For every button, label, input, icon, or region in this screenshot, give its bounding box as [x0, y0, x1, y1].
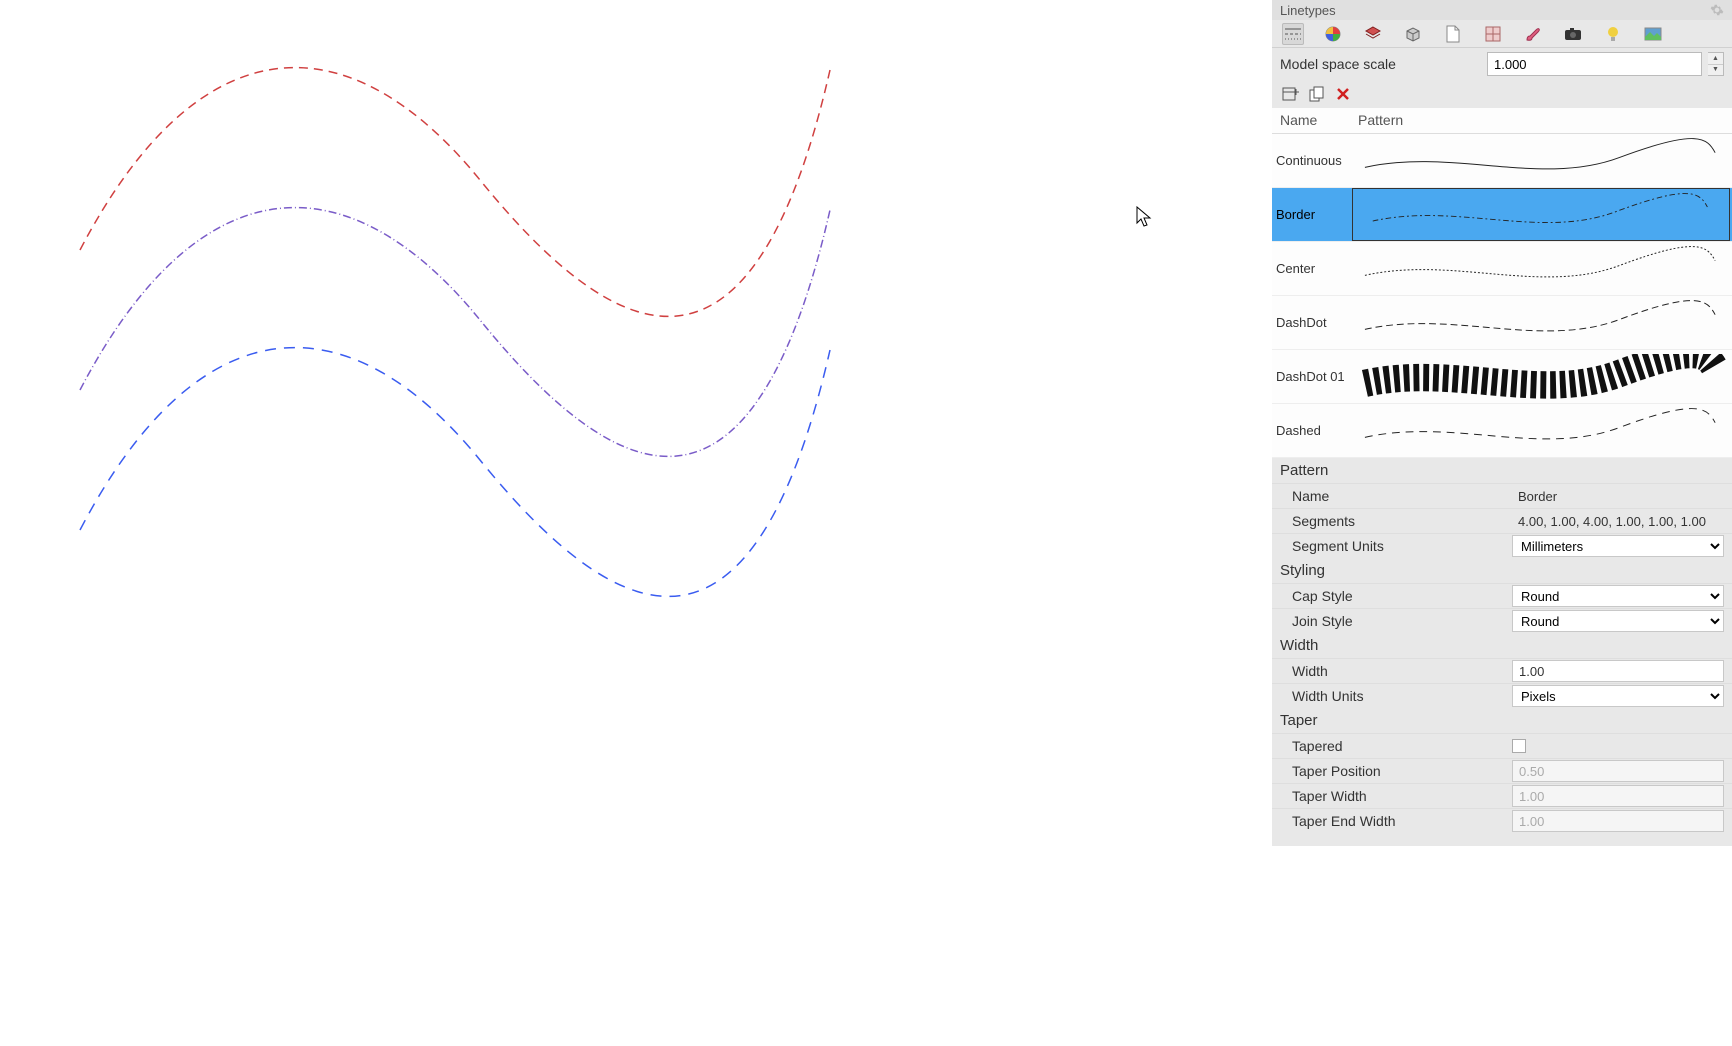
- section-width: Width: [1272, 633, 1732, 658]
- new-linetype-button[interactable]: [1280, 83, 1302, 105]
- viewport-curve[interactable]: [80, 68, 830, 317]
- prop-name-value[interactable]: Border: [1512, 485, 1724, 507]
- linetype-row[interactable]: Dashed: [1272, 404, 1732, 458]
- prop-cap-label: Cap Style: [1292, 588, 1512, 604]
- properties-pane: Pattern NameBorder Segments4.00, 1.00, 4…: [1272, 458, 1732, 846]
- prop-segunits-label: Segment Units: [1292, 538, 1512, 554]
- section-pattern: Pattern: [1272, 458, 1732, 483]
- section-styling: Styling: [1272, 558, 1732, 583]
- linetype-name: Dashed: [1272, 423, 1350, 438]
- prop-tapered-label: Tapered: [1292, 738, 1512, 754]
- tab-linetypes-icon[interactable]: [1282, 23, 1304, 45]
- cursor-icon: [1136, 206, 1154, 230]
- scale-label: Model space scale: [1280, 56, 1481, 72]
- scale-spinner[interactable]: ▲▼: [1708, 52, 1724, 76]
- column-pattern[interactable]: Pattern: [1350, 108, 1732, 133]
- tab-light-icon[interactable]: [1602, 23, 1624, 45]
- prop-width-value[interactable]: 1.00: [1512, 660, 1724, 682]
- prop-wunits-label: Width Units: [1292, 688, 1512, 704]
- prop-twidth-label: Taper Width: [1292, 788, 1512, 804]
- scale-input[interactable]: [1487, 52, 1702, 76]
- linetype-list[interactable]: Continuous Border Center DashDot DashDot 01 D…: [1272, 134, 1732, 458]
- tab-camera-icon[interactable]: [1562, 23, 1584, 45]
- gear-icon[interactable]: [1710, 3, 1724, 17]
- tab-materials-icon[interactable]: [1322, 23, 1344, 45]
- prop-tpos-value: 0.50: [1512, 760, 1724, 782]
- linetype-name: Border: [1272, 207, 1350, 222]
- prop-segunits-select[interactable]: Millimeters: [1512, 535, 1724, 557]
- section-taper: Taper: [1272, 708, 1732, 733]
- prop-tend-value: 1.00: [1512, 810, 1724, 832]
- viewport-curve[interactable]: [80, 348, 830, 597]
- tab-image-icon[interactable]: [1642, 23, 1664, 45]
- linetype-name: Center: [1272, 261, 1350, 276]
- linetype-preview: [1350, 242, 1732, 295]
- duplicate-button[interactable]: [1306, 83, 1328, 105]
- tab-layers-icon[interactable]: [1362, 23, 1384, 45]
- delete-button[interactable]: [1332, 83, 1354, 105]
- tab-brush-icon[interactable]: [1522, 23, 1544, 45]
- tab-document-icon[interactable]: [1442, 23, 1464, 45]
- prop-segments-value[interactable]: 4.00, 1.00, 4.00, 1.00, 1.00, 1.00: [1512, 510, 1724, 532]
- linetype-row[interactable]: Center: [1272, 242, 1732, 296]
- model-space-scale-row: Model space scale ▲▼: [1272, 48, 1732, 80]
- tab-grid-icon[interactable]: [1482, 23, 1504, 45]
- prop-tpos-label: Taper Position: [1292, 763, 1512, 779]
- linetypes-panel: Linetypes Model space scale ▲▼ Name Patt…: [1272, 0, 1732, 846]
- prop-name-label: Name: [1292, 488, 1512, 504]
- tab-blocks-icon[interactable]: [1402, 23, 1424, 45]
- linetype-row[interactable]: DashDot: [1272, 296, 1732, 350]
- linetype-row[interactable]: Continuous: [1272, 134, 1732, 188]
- prop-wunits-select[interactable]: Pixels: [1512, 685, 1724, 707]
- panel-title-bar: Linetypes: [1272, 0, 1732, 20]
- linetype-preview: [1352, 188, 1730, 241]
- panel-tabs: [1272, 20, 1732, 48]
- panel-title: Linetypes: [1280, 3, 1336, 18]
- prop-join-select[interactable]: Round: [1512, 610, 1724, 632]
- linetype-preview: [1350, 134, 1732, 187]
- linetype-row[interactable]: Border: [1272, 188, 1732, 242]
- prop-join-label: Join Style: [1292, 613, 1512, 629]
- linetype-name: Continuous: [1272, 153, 1350, 168]
- viewport-curve[interactable]: [80, 208, 830, 457]
- column-name[interactable]: Name: [1272, 108, 1350, 133]
- prop-tapered-checkbox[interactable]: [1512, 739, 1526, 753]
- linetype-name: DashDot: [1272, 315, 1350, 330]
- viewport[interactable]: [0, 0, 934, 846]
- linetype-preview: [1350, 296, 1732, 349]
- prop-cap-select[interactable]: Round: [1512, 585, 1724, 607]
- prop-twidth-value: 1.00: [1512, 785, 1724, 807]
- linetype-preview: [1350, 404, 1732, 457]
- linetype-row[interactable]: DashDot 01: [1272, 350, 1732, 404]
- prop-tend-label: Taper End Width: [1292, 813, 1512, 829]
- linetype-name: DashDot 01: [1272, 369, 1350, 384]
- prop-width-label: Width: [1292, 663, 1512, 679]
- prop-segments-label: Segments: [1292, 513, 1512, 529]
- list-actions: [1272, 80, 1732, 108]
- list-header: Name Pattern: [1272, 108, 1732, 134]
- linetype-preview: [1350, 350, 1732, 403]
